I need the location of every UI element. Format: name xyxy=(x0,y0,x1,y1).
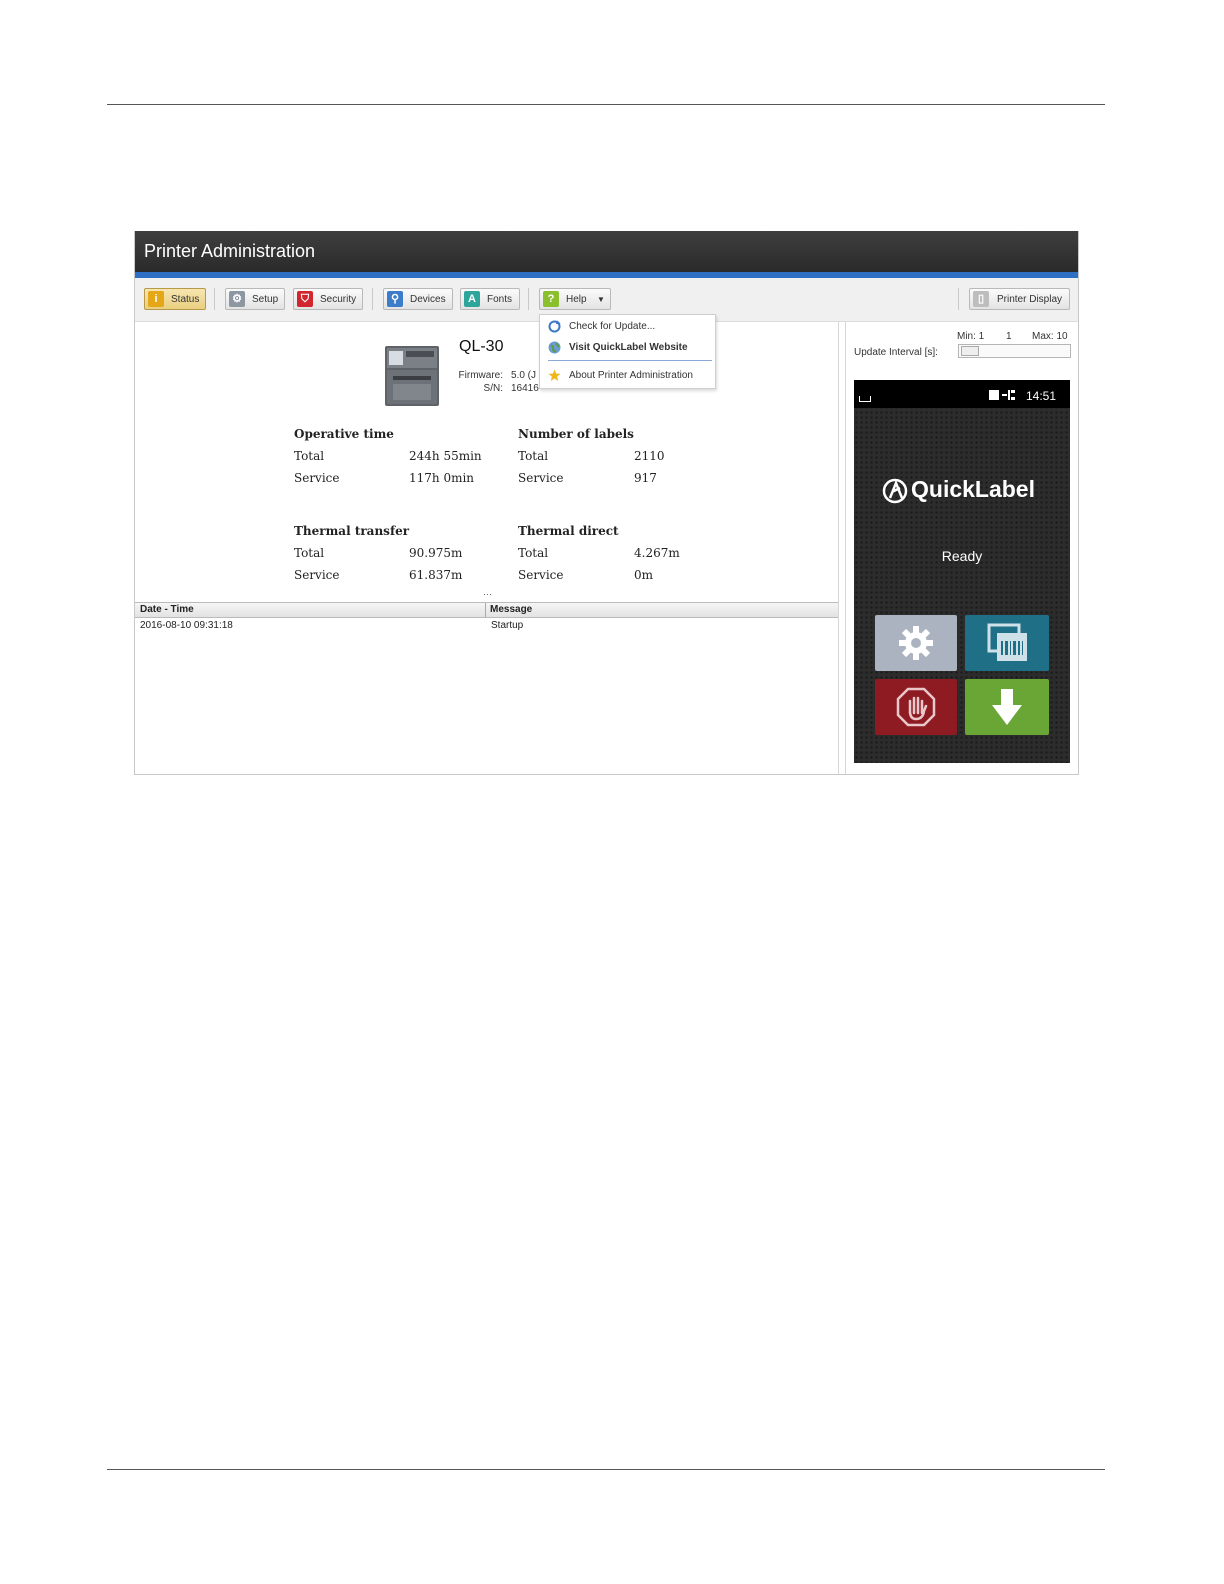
printer-admin-window: Printer Administration i Status ⚙ Setup … xyxy=(134,231,1079,775)
column-header-message[interactable]: Message xyxy=(490,604,532,615)
toolbar-separator xyxy=(372,288,373,310)
printer-model: QL-30 xyxy=(459,338,504,355)
thermal-transfer-total: 90.975m xyxy=(409,546,463,560)
labels-total: 2110 xyxy=(634,449,665,463)
toolbar-separator xyxy=(528,288,529,310)
page-bottom-rule xyxy=(107,1469,1105,1470)
operative-time-total: 244h 55min xyxy=(409,449,482,463)
labels-title: Number of labels xyxy=(518,427,634,441)
log-datetime: 2016-08-10 09:31:18 xyxy=(140,620,233,631)
menu-separator xyxy=(548,360,712,361)
shield-icon: ⛉ xyxy=(297,291,313,307)
display-status-text: Ready xyxy=(941,548,983,564)
label-roll-icon xyxy=(987,623,1027,661)
fonts-button[interactable]: A Fonts xyxy=(460,288,520,310)
table-row[interactable]: 2016-08-10 09:31:18 Startup xyxy=(135,618,838,633)
help-dropdown-menu: Check for Update... Visit QuickLabel Web… xyxy=(539,314,716,389)
thermal-direct-service-label: Service xyxy=(518,568,564,582)
printer-display-panel: Min: 1 1 Max: 10 Update Interval [s]: 14… xyxy=(845,322,1079,774)
window-title: Printer Administration xyxy=(135,231,1078,272)
labels-tile[interactable] xyxy=(965,615,1049,671)
log-header: Date - Time Message xyxy=(135,602,838,618)
status-panel: QL-30 Firmware: 5.0 (J S/N: 16416 Operat… xyxy=(135,322,839,774)
firmware-value: 5.0 (J xyxy=(511,370,537,381)
operative-time-service-label: Service xyxy=(294,471,340,485)
column-header-datetime[interactable]: Date - Time xyxy=(140,604,194,615)
font-icon: A xyxy=(464,291,480,307)
page-top-rule xyxy=(107,104,1105,105)
display-icon: ▯ xyxy=(973,291,989,307)
labels-service-label: Service xyxy=(518,471,564,485)
thermal-transfer-title: Thermal transfer xyxy=(294,524,410,538)
stop-tile[interactable] xyxy=(875,679,957,735)
printer-display-button[interactable]: ▯ Printer Display xyxy=(969,288,1070,310)
update-interval-slider[interactable] xyxy=(958,344,1071,358)
security-button[interactable]: ⛉ Security xyxy=(293,288,363,310)
help-icon: ? xyxy=(543,291,559,307)
stop-hand-icon xyxy=(896,687,936,727)
firmware-label: Firmware: xyxy=(458,370,503,381)
feed-tile[interactable] xyxy=(965,679,1049,735)
gear-icon xyxy=(899,626,933,660)
thermal-direct-service: 0m xyxy=(634,568,654,582)
event-log-table: Date - Time Message 2016-08-10 09:31:18 … xyxy=(135,602,838,633)
update-interval-min: Min: 1 xyxy=(957,331,985,342)
setup-button[interactable]: ⚙ Setup xyxy=(225,288,285,310)
gear-icon: ⚙ xyxy=(229,291,245,307)
menu-item-about[interactable]: About Printer Administration xyxy=(540,367,715,385)
serial-value: 16416 xyxy=(511,383,539,394)
update-interval-label: Update Interval [s]: xyxy=(854,347,938,358)
display-time: 14:51 xyxy=(1025,389,1056,403)
thermal-direct-total: 4.267m xyxy=(634,546,680,560)
serial-label: S/N: xyxy=(483,383,503,394)
menu-item-check-update[interactable]: Check for Update... xyxy=(540,318,715,336)
printer-display-screen: 14:51 QuickLabel Ready xyxy=(854,380,1070,763)
operative-time-service: 117h 0min xyxy=(409,471,475,485)
printer-image xyxy=(385,346,439,406)
update-interval-max: Max: 10 xyxy=(1032,331,1068,342)
thermal-transfer-service-label: Service xyxy=(294,568,340,582)
chevron-down-icon: ▼ xyxy=(597,295,605,304)
update-interval-value: 1 xyxy=(1006,331,1012,342)
quicklabel-logo: QuickLabel xyxy=(911,476,1035,502)
arrow-down-icon xyxy=(992,689,1022,725)
column-divider[interactable] xyxy=(485,603,486,617)
toolbar-separator xyxy=(214,288,215,310)
log-message: Startup xyxy=(491,620,524,631)
toolbar-separator xyxy=(958,288,959,310)
globe-icon xyxy=(548,341,561,354)
settings-tile[interactable] xyxy=(875,615,957,671)
thermal-transfer-service: 61.837m xyxy=(409,568,463,582)
thermal-direct-title: Thermal direct xyxy=(518,524,619,538)
refresh-icon xyxy=(548,320,561,333)
operative-time-title: Operative time xyxy=(294,427,394,441)
slider-thumb[interactable] xyxy=(961,346,979,356)
thermal-transfer-total-label: Total xyxy=(294,546,325,560)
operative-time-total-label: Total xyxy=(294,449,325,463)
network-icon xyxy=(989,390,1015,400)
splitter-handle[interactable]: ··· xyxy=(483,589,492,599)
usb-icon: ⚲ xyxy=(387,291,403,307)
labels-service: 917 xyxy=(634,471,657,485)
info-icon: i xyxy=(148,291,164,307)
menu-item-visit-website[interactable]: Visit QuickLabel Website xyxy=(540,339,715,357)
labels-total-label: Total xyxy=(518,449,549,463)
thermal-direct-total-label: Total xyxy=(518,546,549,560)
help-button[interactable]: ? Help ▼ xyxy=(539,288,611,310)
display-status-bar: 14:51 xyxy=(854,380,1070,408)
devices-button[interactable]: ⚲ Devices xyxy=(383,288,453,310)
status-button[interactable]: i Status xyxy=(144,288,206,310)
star-icon xyxy=(548,369,561,381)
bracket-icon xyxy=(859,396,871,402)
